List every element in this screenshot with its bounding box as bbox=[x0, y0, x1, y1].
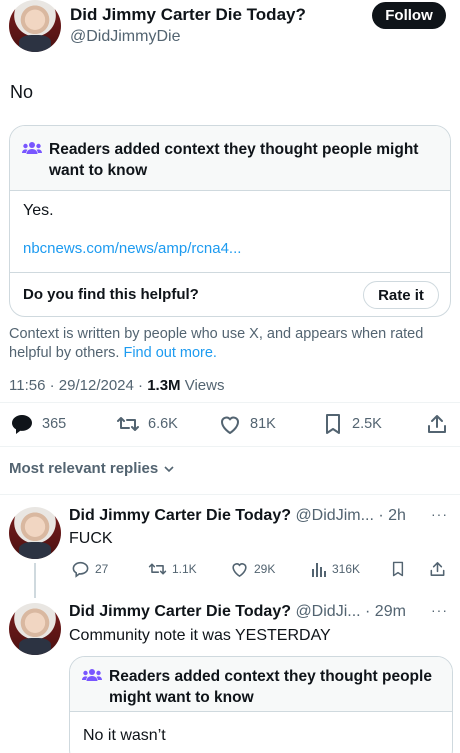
community-note-title: Readers added context they thought peopl… bbox=[49, 141, 419, 179]
reply-avatar[interactable] bbox=[9, 603, 61, 655]
people-icon bbox=[22, 141, 42, 155]
community-note: Readers added context they thought peopl… bbox=[9, 125, 451, 317]
reply-icon bbox=[72, 561, 89, 578]
community-note-source-link[interactable]: nbcnews.com/news/amp/rcna4... bbox=[23, 240, 241, 257]
more-options-icon[interactable]: ··· bbox=[431, 602, 448, 618]
repost-button[interactable]: 6.6K bbox=[116, 413, 178, 435]
reply-author-name[interactable]: Did Jimmy Carter Die Today? bbox=[69, 603, 291, 620]
bookmark-icon bbox=[326, 414, 340, 434]
community-note-body: Yes. bbox=[23, 202, 54, 219]
reply-reply-count: 27 bbox=[95, 562, 109, 576]
replies-filter-dropdown[interactable]: Most relevant replies bbox=[9, 460, 176, 477]
reply-header: Did Jimmy Carter Die Today? @DidJim... ·… bbox=[69, 507, 406, 525]
repost-count: 6.6K bbox=[148, 416, 178, 432]
share-button[interactable] bbox=[426, 413, 448, 435]
reply-button[interactable]: 365 bbox=[10, 413, 66, 435]
post-date[interactable]: 29/12/2024 bbox=[59, 377, 134, 394]
reply-repost-button[interactable]: 1.1K bbox=[148, 560, 197, 578]
bookmark-count: 2.5K bbox=[352, 416, 382, 432]
reply-bookmark-button[interactable] bbox=[390, 560, 406, 578]
views-label: Views bbox=[184, 377, 225, 394]
reply-reply-button[interactable]: 27 bbox=[71, 560, 108, 578]
views-count: 1.3M bbox=[147, 377, 181, 394]
author-name[interactable]: Did Jimmy Carter Die Today? bbox=[70, 5, 306, 25]
share-icon bbox=[430, 562, 445, 576]
reply-like-button[interactable]: 29K bbox=[230, 560, 275, 578]
reply-views-count: 316K bbox=[332, 562, 361, 576]
share-icon bbox=[428, 415, 446, 433]
reply-community-note: Readers added context they thought peopl… bbox=[69, 656, 453, 753]
reply-repost-count: 1.1K bbox=[172, 562, 197, 576]
repost-icon bbox=[117, 417, 139, 431]
heart-icon bbox=[220, 416, 240, 435]
author-handle[interactable]: @DidJimmyDie bbox=[70, 28, 180, 46]
reply-text: Community note it was YESTERDAY bbox=[69, 627, 331, 644]
reply-like-count: 29K bbox=[254, 562, 276, 576]
community-note-header: Readers added context they thought peopl… bbox=[10, 126, 450, 191]
bookmark-icon bbox=[392, 561, 404, 577]
analytics-icon bbox=[312, 563, 326, 577]
reply-community-note-header: Readers added context they thought peopl… bbox=[70, 657, 452, 712]
bookmark-button[interactable]: 2.5K bbox=[322, 413, 382, 435]
rate-it-button[interactable]: Rate it bbox=[363, 281, 439, 309]
reply-icon bbox=[12, 415, 32, 434]
author-avatar[interactable] bbox=[9, 0, 61, 52]
heart-icon bbox=[232, 563, 247, 578]
repost-icon bbox=[148, 563, 167, 575]
reply-community-note-title: Readers added context they thought peopl… bbox=[109, 668, 432, 706]
like-count: 81K bbox=[250, 416, 276, 432]
follow-button[interactable]: Follow bbox=[372, 2, 446, 29]
replies-filter-label: Most relevant replies bbox=[9, 460, 159, 477]
more-options-icon[interactable]: ··· bbox=[431, 506, 448, 522]
post-time[interactable]: 11:56 bbox=[9, 377, 45, 394]
reply-header: Did Jimmy Carter Die Today? @DidJi... · … bbox=[69, 603, 406, 621]
reply-count: 365 bbox=[42, 416, 67, 432]
reply-views-button[interactable]: 316K bbox=[311, 560, 360, 578]
chevron-down-icon bbox=[164, 465, 174, 472]
reply-handle-time[interactable]: @DidJi... · 29m bbox=[295, 603, 405, 620]
reply-author-name[interactable]: Did Jimmy Carter Die Today? bbox=[69, 507, 291, 524]
reply-share-button[interactable] bbox=[429, 560, 446, 578]
post-text: No bbox=[10, 82, 34, 102]
reply-handle-time[interactable]: @DidJim... · 2h bbox=[295, 507, 405, 524]
helpful-question: Do you find this helpful? bbox=[23, 286, 199, 303]
reply-text: FUCK bbox=[69, 530, 113, 547]
context-disclaimer: Context is written by people who use X, … bbox=[9, 325, 439, 363]
reply-avatar[interactable] bbox=[9, 507, 61, 559]
people-icon bbox=[82, 668, 102, 682]
reply-community-note-body: No it wasn’t bbox=[83, 727, 166, 744]
find-out-more-link[interactable]: Find out more. bbox=[123, 345, 217, 361]
like-button[interactable]: 81K bbox=[218, 413, 276, 435]
post-meta: 11:56 · 29/12/2024 · 1.3M Views bbox=[9, 377, 225, 394]
